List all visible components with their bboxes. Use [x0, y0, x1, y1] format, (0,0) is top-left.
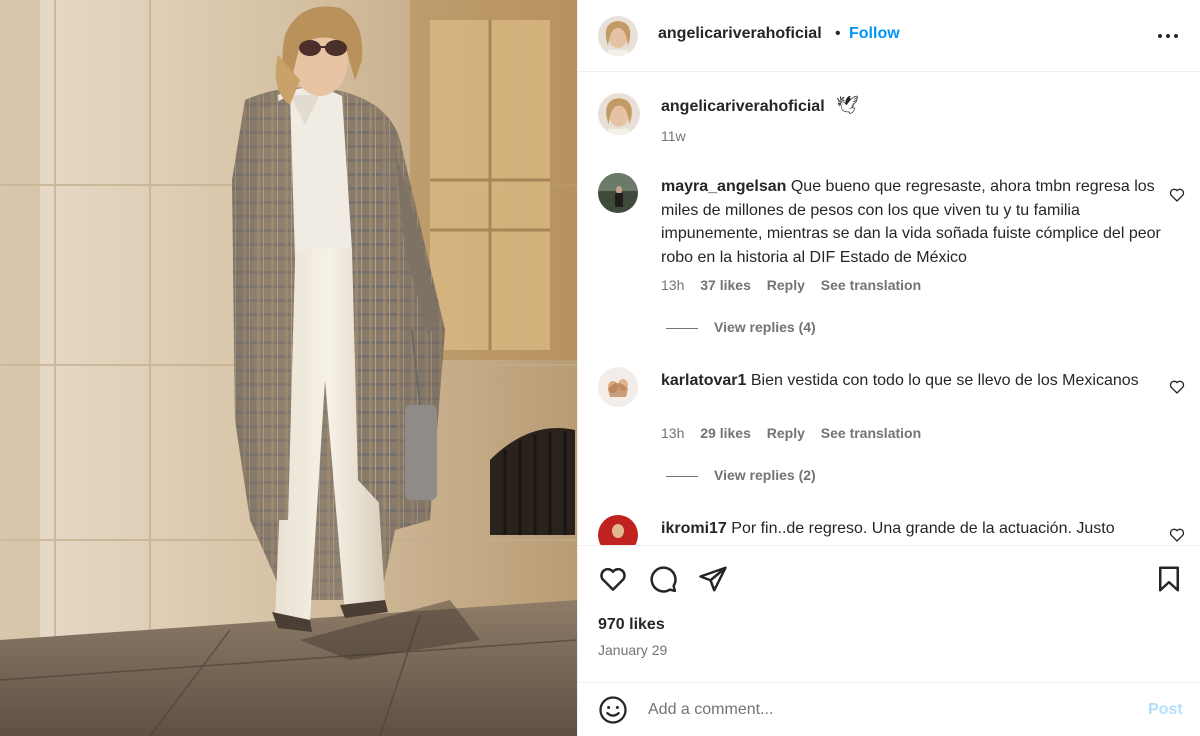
comment-icon[interactable] [648, 564, 678, 594]
view-replies-label: View replies (4) [714, 319, 816, 335]
photo-woman-plaid-coat [0, 0, 577, 736]
likes-count[interactable]: 970 likes [598, 616, 665, 634]
comment-body: Bien vestida con todo lo que se llevo de… [750, 372, 1139, 389]
post-actions: 970 likes January 29 [578, 545, 1200, 685]
comment-text: ikromi17 Por fin..de regreso. Una grande… [661, 517, 1161, 541]
reply-button[interactable]: Reply [767, 425, 805, 441]
comment-time[interactable]: 13h [661, 425, 684, 441]
view-replies-button[interactable]: View replies (2) [666, 467, 816, 483]
comment-time[interactable]: 13h [661, 277, 684, 293]
comment-input[interactable] [648, 695, 1128, 725]
dove-emoji: 🕊 [836, 95, 859, 115]
more-horizontal-icon[interactable] [1155, 26, 1181, 46]
comment-likes[interactable]: 29 likes [700, 425, 751, 441]
separator-dot: • [835, 25, 841, 42]
heart-icon[interactable] [1169, 527, 1185, 543]
comment-username[interactable]: karlatovar1 [661, 372, 746, 389]
commenter-avatar[interactable] [598, 173, 638, 213]
post-detail-panel: angelicariverahoficial • Follow angelica… [577, 0, 1200, 736]
follow-button[interactable]: Follow [849, 25, 900, 43]
caption-time[interactable]: 11w [661, 128, 686, 144]
smiley-icon[interactable] [598, 695, 628, 725]
caption-username[interactable]: angelicariverahoficial [661, 98, 825, 116]
reply-button[interactable]: Reply [767, 277, 805, 293]
heart-icon[interactable] [1169, 187, 1185, 203]
author-username[interactable]: angelicariverahoficial [658, 25, 822, 43]
comments-list[interactable]: angelicariverahoficial 🕊 11w mayra_angel… [578, 73, 1200, 545]
replies-line [666, 327, 698, 329]
comment-meta: 13h 29 likes Reply See translation [661, 425, 933, 441]
add-comment-bar: Post [578, 682, 1200, 736]
view-replies-label: View replies (2) [714, 467, 816, 483]
view-replies-button[interactable]: View replies (4) [666, 319, 816, 335]
comment-body: Por fin..de regreso. Una grande de la ac… [731, 520, 1115, 537]
post-photo[interactable] [0, 0, 577, 736]
post-comment-button[interactable]: Post [1148, 701, 1183, 719]
commenter-avatar[interactable] [598, 515, 638, 545]
caption-avatar[interactable] [598, 93, 640, 135]
comment-meta: 13h 37 likes Reply See translation [661, 277, 933, 293]
paper-plane-icon[interactable] [698, 564, 728, 594]
author-avatar[interactable] [598, 16, 638, 56]
comment-text: karlatovar1 Bien vestida con todo lo que… [661, 369, 1161, 393]
see-translation-button[interactable]: See translation [821, 425, 921, 441]
heart-icon[interactable] [598, 564, 628, 594]
post-date: January 29 [598, 642, 668, 658]
heart-icon[interactable] [1169, 379, 1185, 395]
post-header: angelicariverahoficial • Follow [578, 0, 1200, 72]
comment-username[interactable]: mayra_angelsan [661, 178, 786, 195]
bookmark-icon[interactable] [1154, 564, 1184, 594]
comment-likes[interactable]: 37 likes [700, 277, 751, 293]
see-translation-button[interactable]: See translation [821, 277, 921, 293]
comment-username[interactable]: ikromi17 [661, 520, 727, 537]
comment-text: mayra_angelsan Que bueno que regresaste,… [661, 175, 1161, 269]
commenter-avatar[interactable] [598, 367, 638, 407]
replies-line [666, 475, 698, 477]
